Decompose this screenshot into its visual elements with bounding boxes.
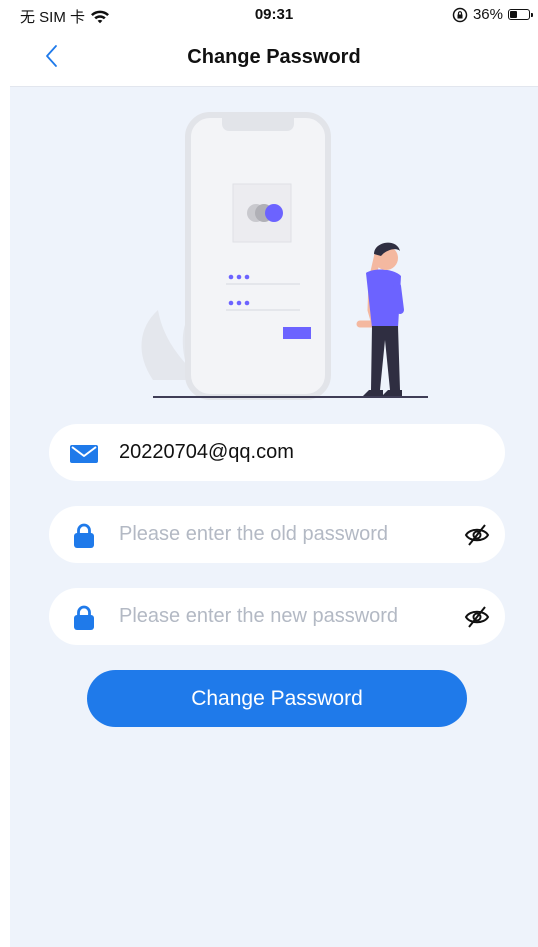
lock-icon [74,523,94,548]
page-title: Change Password [187,46,361,68]
nav-bar: Change Password [10,28,538,87]
battery-icon [508,9,533,20]
old-password-input[interactable] [119,516,439,552]
battery-percent: 36% [472,6,503,23]
eye-off-icon[interactable] [464,604,490,630]
status-bar: 无 SIM 卡 09:31 36% [10,0,538,28]
email-value: 20220704@qq.com [119,441,294,463]
lock-icon [74,605,94,630]
app-screen: 无 SIM 卡 09:31 36% Change Password 202207… [10,0,538,947]
new-password-field[interactable] [49,588,505,645]
orientation-lock-icon [452,7,468,22]
mail-icon [70,445,98,463]
new-password-input[interactable] [119,598,439,634]
old-password-field[interactable] [49,506,505,563]
email-field[interactable]: 20220704@qq.com [49,424,505,481]
battery-fill [510,11,518,18]
eye-off-icon[interactable] [464,522,490,548]
change-password-button[interactable]: Change Password [87,670,467,727]
status-right: 36% [452,6,533,23]
change-password-illustration [141,112,428,400]
